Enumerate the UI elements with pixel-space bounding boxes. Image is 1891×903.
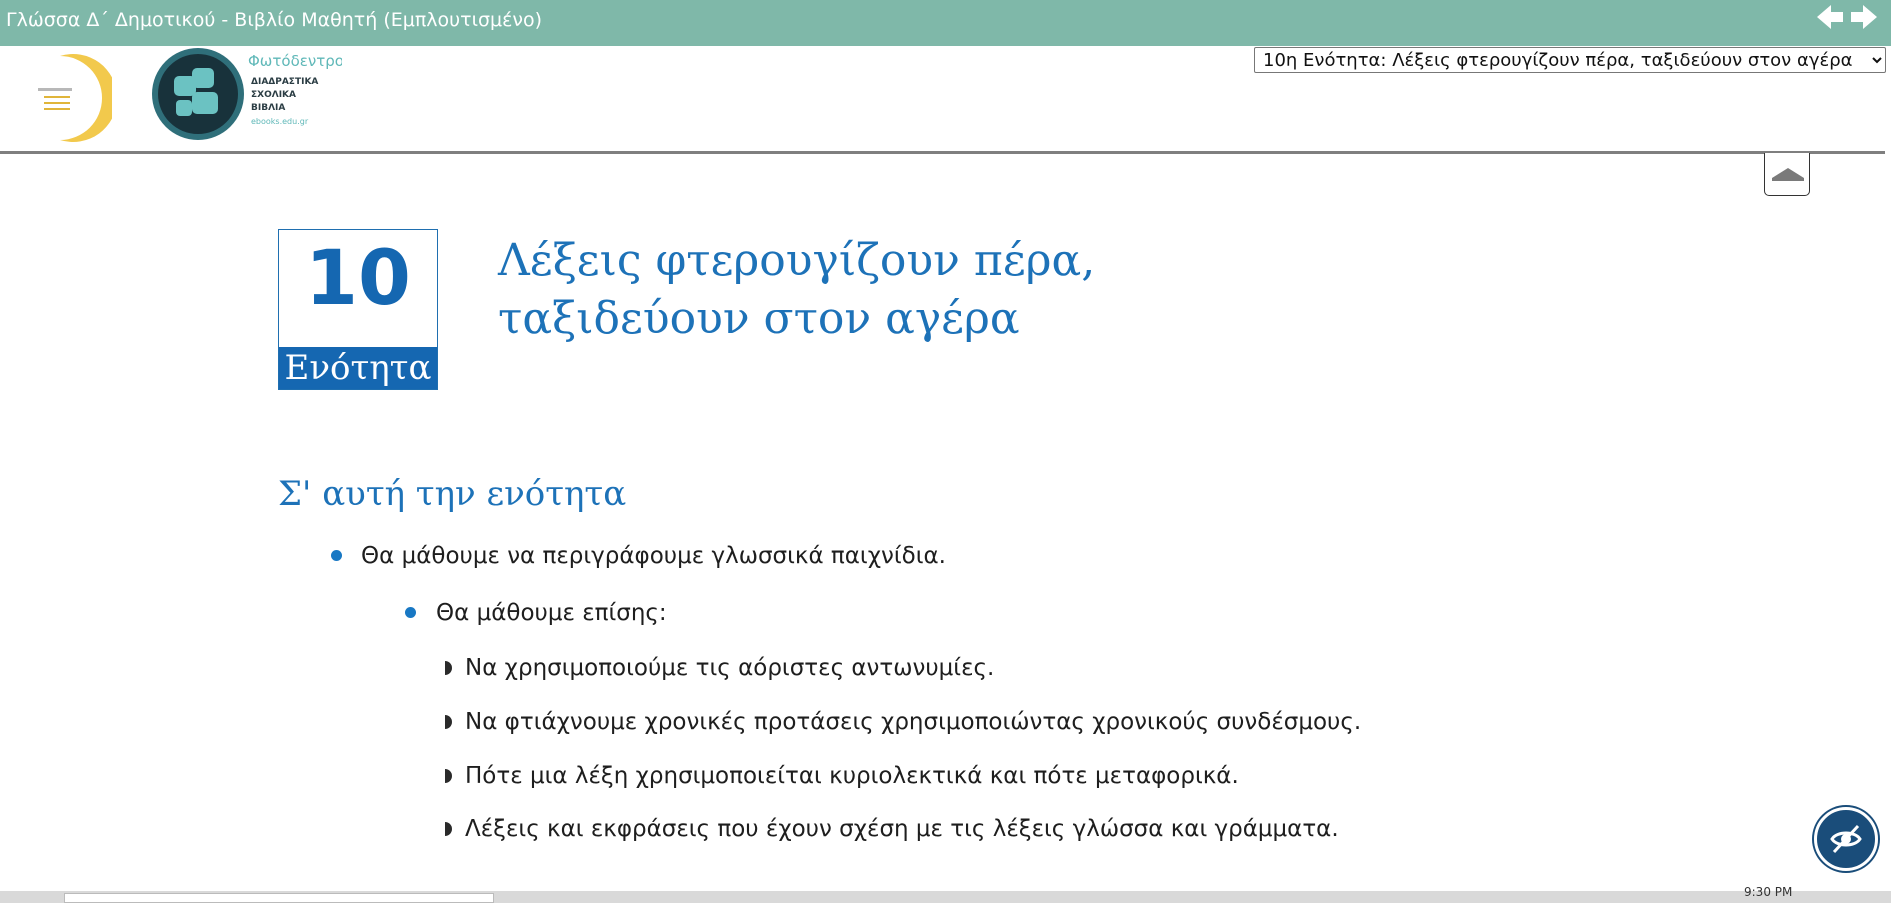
unit-title: Λέξεις φτερουγίζουν πέρα, ταξιδεύουν στο…	[498, 232, 1095, 348]
sub-objective-3: Πότε μια λέξη χρησιμοποιείται κυριολεκτι…	[465, 763, 1239, 789]
section-heading: Σ' αυτή την ενότητα	[278, 474, 627, 514]
objective-2: Θα μάθουμε επίσης:	[436, 600, 667, 626]
eye-slash-icon	[1830, 824, 1862, 854]
half-circle-bullet-icon	[445, 661, 452, 675]
half-circle-bullet-icon	[445, 822, 452, 836]
half-circle-bullet-icon	[445, 715, 452, 729]
sub-objective-1: Να χρησιμοποιούμε τις αόριστες αντωνυμίε…	[465, 655, 995, 681]
taskbar-search-box[interactable]	[64, 893, 494, 903]
bullet-dot	[331, 550, 342, 561]
collapse-bar	[1772, 178, 1804, 181]
sub-objective-4: Λέξεις και εκφράσεις που έχουν σχέση με …	[465, 816, 1339, 842]
ministry-logo	[38, 54, 112, 142]
arrow-right-icon	[1851, 5, 1877, 29]
objective-1: Θα μάθουμε να περιγράφουμε γλωσσικά παιχ…	[361, 543, 946, 569]
accessibility-toggle-button[interactable]	[1814, 807, 1878, 871]
book-header: Φωτόδεντρο ΔΙΑΔΡΑΣΤΙΚΑ ΣΧΟΛΙΚΑ ΒΙΒΛΙΑ eb…	[0, 46, 1891, 152]
unit-selector[interactable]: 10η Ενότητα: Λέξεις φτερουγίζουν πέρα, τ…	[1254, 47, 1886, 73]
sub-objective-2: Να φτιάχνουμε χρονικές προτάσεις χρησιμο…	[465, 709, 1362, 735]
unit-number: 10	[305, 233, 411, 322]
bullet-dot	[405, 607, 416, 618]
unit-title-line-1: Λέξεις φτερουγίζουν πέρα,	[498, 235, 1096, 286]
taskbar: 9:30 PM	[0, 885, 1891, 903]
unit-label: Ενότητα	[279, 347, 437, 389]
taskbar-clock: 9:30 PM	[1744, 885, 1793, 899]
photodentro-line-2: ΣΧΟΛΙΚΑ	[251, 90, 296, 100]
chevron-up-icon	[1772, 168, 1804, 178]
next-page-button[interactable]	[1849, 2, 1879, 32]
photodentro-line-1: ΔΙΑΔΡΑΣΤΙΚΑ	[251, 77, 318, 87]
unit-title-line-2: ταξιδεύουν στον αγέρα	[498, 293, 1020, 344]
photodentro-name: Φωτόδεντρο	[248, 52, 342, 70]
previous-page-button[interactable]	[1815, 2, 1845, 32]
photodentro-line-3: ΒΙΒΛΙΑ	[251, 103, 285, 113]
header-divider	[0, 151, 1885, 154]
window-title: Γλώσσα Δ΄ Δημοτικού - Βιβλίο Μαθητή (Εμπ…	[6, 9, 543, 31]
title-bar: Γλώσσα Δ΄ Δημοτικού - Βιβλίο Μαθητή (Εμπ…	[0, 0, 1891, 46]
arrow-left-icon	[1817, 5, 1843, 29]
unit-badge: 10 Ενότητα	[278, 229, 438, 390]
collapse-header-button[interactable]	[1764, 153, 1810, 196]
photodentro-url: ebooks.edu.gr	[251, 117, 309, 126]
half-circle-bullet-icon	[445, 769, 452, 783]
photodentro-logo: Φωτόδεντρο ΔΙΑΔΡΑΣΤΙΚΑ ΣΧΟΛΙΚΑ ΒΙΒΛΙΑ eb…	[152, 48, 342, 140]
